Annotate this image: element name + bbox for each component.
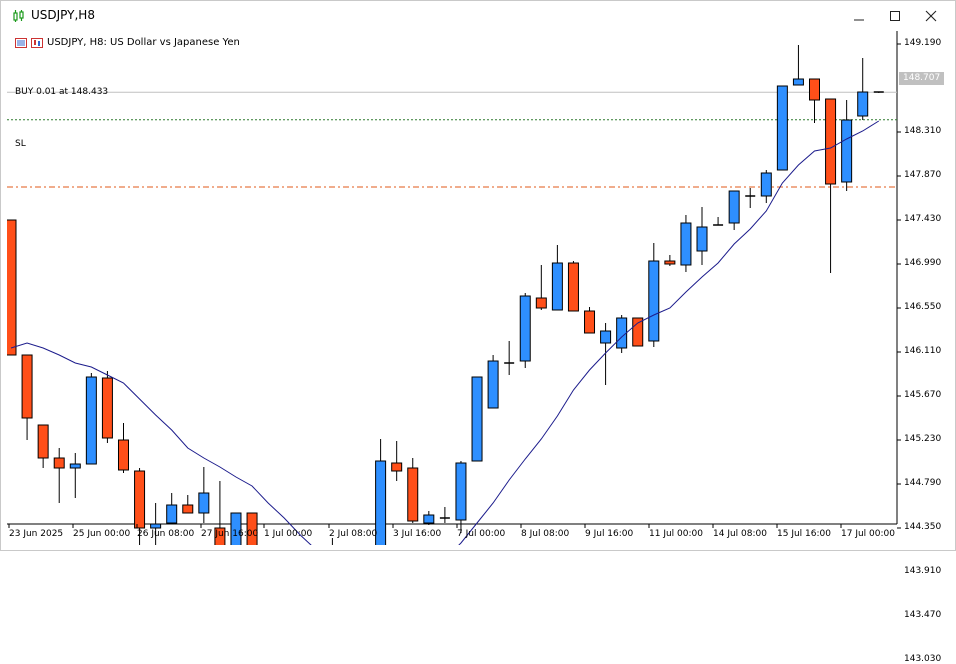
candle-body [471, 376, 483, 462]
y-tick-label: 146.110 [904, 346, 942, 356]
chart-area[interactable]: USDJPY, H8: US Dollar vs Japanese Yen BU… [7, 31, 951, 664]
y-tick-label: 147.430 [904, 214, 942, 224]
candle-body [134, 470, 146, 529]
price-chart[interactable] [7, 31, 951, 545]
symbol-chart-icon [31, 37, 43, 48]
x-tick-label: 3 Jul 16:00 [393, 529, 442, 539]
y-tick-label: 144.790 [904, 478, 942, 488]
x-tick-label: 27 Jun 16:00 [201, 529, 259, 539]
candle-body [728, 190, 740, 224]
window-title: USDJPY,H8 [31, 8, 95, 22]
x-tick-label: 14 Jul 08:00 [713, 529, 767, 539]
title-bar[interactable]: USDJPY,H8 [1, 1, 955, 31]
x-tick-label: 1 Jul 00:00 [264, 529, 313, 539]
candle-body [535, 297, 547, 309]
candle-body [616, 317, 628, 349]
y-tick-label: 148.310 [904, 126, 942, 136]
y-tick-label: 146.550 [904, 302, 942, 312]
candle-body [600, 330, 612, 344]
minimize-button[interactable] [841, 1, 877, 31]
y-tick-label: 146.990 [904, 258, 942, 268]
candle-body [664, 260, 676, 265]
chart-header: USDJPY, H8: US Dollar vs Japanese Yen [15, 37, 240, 48]
maximize-icon [890, 11, 900, 21]
bid-price-tag: 148.707 [899, 72, 944, 85]
candle-body [150, 523, 162, 529]
candle-body [519, 295, 531, 362]
chart-symbol-description: USDJPY, H8: US Dollar vs Japanese Yen [47, 37, 240, 48]
x-tick-label: 15 Jul 16:00 [777, 529, 831, 539]
candle-body [776, 85, 788, 171]
candle-body [841, 119, 853, 183]
maximize-button[interactable] [877, 1, 913, 31]
candle-body [455, 462, 467, 521]
candle-body [37, 424, 49, 459]
candle-body [696, 226, 708, 252]
candle-body [487, 360, 499, 409]
stop-loss-label: SL [15, 139, 26, 149]
candle-body [407, 467, 419, 522]
x-tick-label: 25 Jun 00:00 [73, 529, 131, 539]
y-tick-label: 143.910 [904, 566, 942, 576]
y-tick-label: 145.670 [904, 390, 942, 400]
candle-body [166, 504, 178, 524]
candle-body [182, 504, 194, 514]
candle-body [117, 439, 129, 471]
candle-body [101, 377, 113, 439]
x-tick-label: 9 Jul 16:00 [585, 529, 634, 539]
candle-body [680, 222, 692, 266]
candle-body [584, 310, 596, 334]
x-tick-label: 7 Jul 00:00 [457, 529, 506, 539]
x-tick-label: 17 Jul 00:00 [841, 529, 895, 539]
y-tick-label: 143.030 [904, 654, 942, 664]
candle-body [21, 354, 33, 419]
y-tick-label: 144.350 [904, 522, 942, 532]
candle-body [69, 463, 81, 469]
candle-body [391, 462, 403, 472]
chart-window: USDJPY,H8 USDJPY, H8: US Dollar vs Japan… [0, 0, 956, 664]
close-icon [925, 10, 937, 22]
candle-body [423, 514, 435, 524]
candle-body [809, 78, 820, 101]
x-tick-label: 26 Jun 08:00 [137, 529, 195, 539]
candle-body [760, 172, 772, 197]
candle-body [632, 317, 644, 347]
candle-body [825, 98, 837, 185]
buy-order-label: BUY 0.01 at 148.433 [15, 87, 109, 97]
candle-body [792, 78, 804, 86]
minimize-icon [854, 19, 864, 21]
candle-body [648, 260, 660, 342]
candlestick-app-icon [13, 10, 24, 22]
close-button[interactable] [913, 1, 949, 31]
y-tick-label: 143.470 [904, 610, 942, 620]
y-tick-label: 147.870 [904, 170, 942, 180]
y-tick-label: 145.230 [904, 434, 942, 444]
x-tick-label: 23 Jun 2025 [9, 529, 64, 539]
candle-body [567, 262, 579, 312]
candle-body [53, 457, 65, 469]
candle-body [198, 492, 210, 514]
x-tick-label: 2 Jul 08:00 [329, 529, 378, 539]
trade-list-icon [15, 37, 27, 48]
candle-body [85, 376, 97, 465]
x-tick-label: 11 Jul 00:00 [649, 529, 703, 539]
candle-body [7, 219, 17, 356]
x-tick-label: 8 Jul 08:00 [521, 529, 570, 539]
candle-body [551, 262, 563, 311]
candle-body [857, 91, 869, 117]
y-tick-label: 149.190 [904, 38, 942, 48]
